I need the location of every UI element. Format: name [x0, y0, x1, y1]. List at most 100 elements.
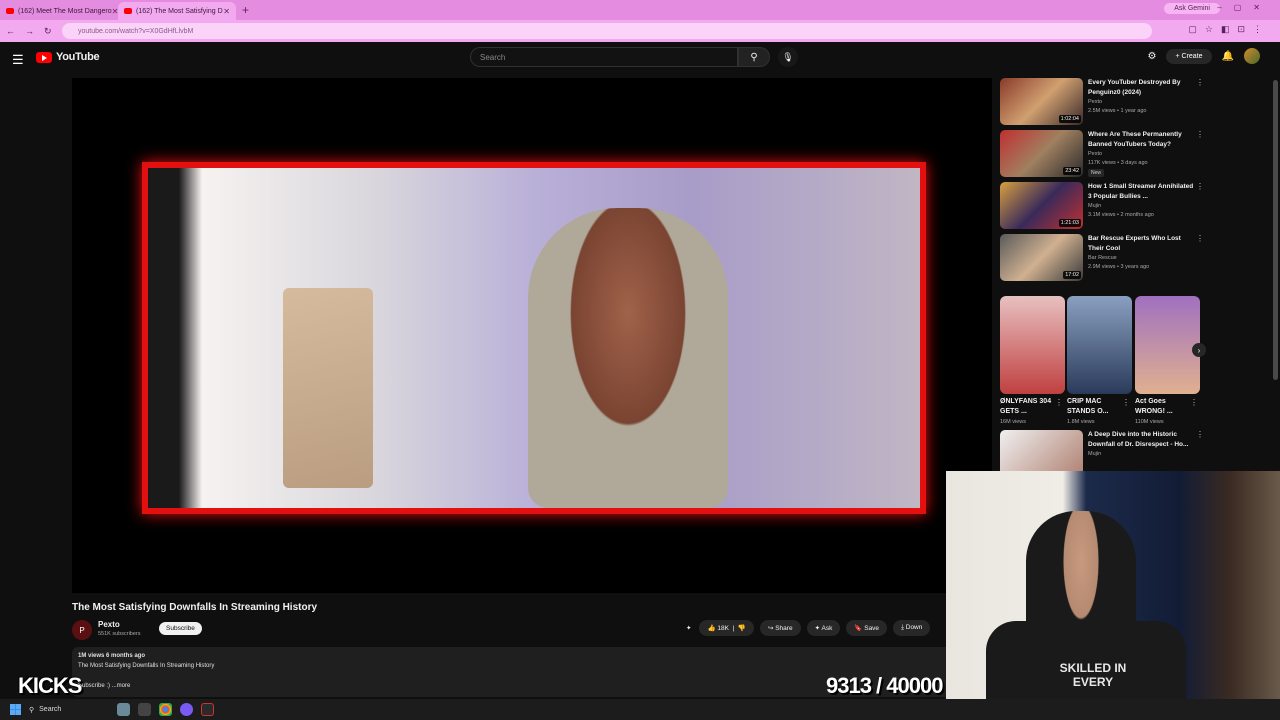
sparkle-icon[interactable]: ✦: [684, 620, 693, 636]
short-title[interactable]: CRIP MAC STANDS O...: [1067, 397, 1123, 417]
video-title[interactable]: Bar Rescue Experts Who Lost Their Cool: [1088, 234, 1198, 254]
shorts-shelf: › ØNLYFANS 304 GETS ... CRIP MAC STANDS …: [1000, 288, 1210, 428]
voice-search-icon[interactable]: 🎙: [778, 47, 798, 67]
like-button[interactable]: 👍 18K | 👎: [699, 620, 754, 636]
close-tab-icon[interactable]: ✕: [223, 7, 230, 16]
recommended-video[interactable]: 1:02:04 Every YouTuber Destroyed By Peng…: [1000, 76, 1210, 128]
search-icon: ⚲: [750, 51, 758, 63]
search-button[interactable]: ⚲: [738, 47, 770, 67]
video-meta: 117K views • 3 days ago: [1088, 160, 1148, 166]
youtube-logo[interactable]: YouTube: [36, 51, 100, 63]
video-duration: 23:42: [1063, 167, 1081, 175]
short-title[interactable]: ØNLYFANS 304 GETS ...: [1000, 397, 1056, 417]
search-icon: ⚲: [29, 706, 35, 714]
download-button[interactable]: ⤓ Down: [893, 620, 931, 636]
chrome-icon[interactable]: [159, 703, 172, 716]
video-player[interactable]: [72, 78, 992, 593]
share-button[interactable]: ↪ Share: [759, 620, 801, 636]
search-input[interactable]: Search: [470, 47, 738, 67]
browser-tab-active[interactable]: (162) The Most Satisfying D ✕: [118, 2, 236, 20]
video-channel[interactable]: Pexto: [1088, 98, 1102, 107]
video-duration: 1:21:03: [1058, 219, 1081, 227]
video-title[interactable]: A Deep Dive into the Historic Downfall o…: [1088, 430, 1198, 450]
recommended-video[interactable]: 1:21:03 How 1 Small Streamer Annihilated…: [1000, 180, 1210, 232]
obs-icon[interactable]: [201, 703, 214, 716]
taskbar-search[interactable]: ⚲ Search: [29, 706, 109, 714]
channel-name[interactable]: Pexto: [98, 620, 120, 629]
cat-tree-image: [283, 288, 373, 488]
short-views: 1.8M views: [1067, 419, 1095, 425]
video-title[interactable]: Where Are These Permanently Banned YouTu…: [1088, 130, 1198, 150]
more-options-icon[interactable]: ⋮: [1055, 398, 1063, 407]
video-meta: 3.1M views • 2 months ago: [1088, 212, 1154, 218]
reload-icon[interactable]: ↻: [44, 26, 52, 37]
ask-gemini-button[interactable]: Ask Gemini: [1164, 3, 1220, 14]
browser-tab[interactable]: (162) Meet The Most Dangero ✕: [0, 2, 118, 20]
video-channel[interactable]: Mujin: [1088, 202, 1101, 211]
forward-icon[interactable]: →: [25, 26, 34, 36]
video-thumbnail[interactable]: 23:42: [1000, 130, 1083, 177]
subscribe-button[interactable]: Subscribe: [159, 622, 202, 635]
description-stats: 1M views 6 months ago: [78, 653, 146, 659]
logo-text: YouTube: [56, 51, 100, 63]
account-avatar[interactable]: [1244, 48, 1260, 64]
video-channel[interactable]: Bar Rescue: [1088, 254, 1117, 263]
app-icon[interactable]: [180, 703, 193, 716]
channel-avatar[interactable]: P: [72, 620, 92, 640]
new-tab-icon[interactable]: +: [242, 3, 249, 17]
video-title[interactable]: Every YouTuber Destroyed By Penguinz0 (2…: [1088, 78, 1198, 98]
header-right: ⚙ + Create 🔔: [1148, 48, 1260, 64]
file-explorer-icon[interactable]: [138, 703, 151, 716]
recommended-video[interactable]: 17:02 Bar Rescue Experts Who Lost Their …: [1000, 232, 1210, 284]
create-label: Create: [1181, 52, 1203, 60]
extension-icons[interactable]: ▢☆◧⊡⋮: [1188, 24, 1270, 35]
notifications-bell-icon[interactable]: 🔔: [1222, 51, 1234, 62]
more-options-icon[interactable]: ⋮: [1190, 398, 1198, 407]
page-scrollbar[interactable]: [1273, 80, 1278, 380]
recommended-video[interactable]: 23:42 Where Are These Permanently Banned…: [1000, 128, 1210, 180]
short-views: 110M views: [1135, 419, 1164, 425]
short-thumbnail[interactable]: [1000, 296, 1065, 394]
video-thumbnail[interactable]: 1:02:04: [1000, 78, 1083, 125]
more-options-icon[interactable]: ⋮: [1196, 430, 1204, 439]
video-thumbnail[interactable]: 1:21:03: [1000, 182, 1083, 229]
video-thumbnail[interactable]: [1000, 430, 1083, 477]
video-thumbnail[interactable]: 17:02: [1000, 234, 1083, 281]
video-channel[interactable]: Pexto: [1088, 150, 1102, 159]
channel-row: P Pexto 551K subscribers Subscribe ✦ 👍 1…: [72, 620, 952, 640]
windows-start-icon[interactable]: [10, 704, 21, 715]
youtube-play-icon: [36, 51, 52, 63]
save-button[interactable]: 🔖 Save: [846, 620, 888, 636]
video-title[interactable]: How 1 Small Streamer Annihilated 3 Popul…: [1088, 182, 1198, 202]
menu-icon[interactable]: ☰: [12, 52, 24, 68]
video-channel[interactable]: Mujin: [1088, 450, 1101, 459]
download-label: Down: [905, 624, 923, 631]
streamer-image: [528, 208, 728, 508]
more-options-icon[interactable]: ⋮: [1122, 398, 1130, 407]
more-options-icon[interactable]: ⋮: [1196, 78, 1204, 87]
description-box[interactable]: 1M views 6 months ago The Most Satisfyin…: [72, 647, 952, 697]
url-field[interactable]: youtube.com/watch?v=X0GdHfLlvbM: [62, 23, 1152, 39]
video-frame: [142, 162, 926, 514]
window-controls[interactable]: –▢✕: [1217, 3, 1272, 12]
ask-button[interactable]: ✦ Ask: [806, 620, 841, 636]
more-options-icon[interactable]: ⋮: [1196, 234, 1204, 243]
back-icon[interactable]: ←: [6, 26, 15, 36]
more-options-icon[interactable]: ⋮: [1196, 130, 1204, 139]
chevron-right-icon[interactable]: ›: [1192, 343, 1206, 357]
settings-gear-icon[interactable]: ⚙: [1148, 51, 1157, 62]
landscape-widget-icon[interactable]: [117, 703, 130, 716]
taskbar-search-label: Search: [39, 706, 62, 713]
description-more[interactable]: Subscribe :) ...more: [78, 681, 946, 691]
video-actions: ✦ 👍 18K | 👎 ↪ Share ✦ Ask 🔖 Save ⤓ Down: [684, 620, 931, 636]
short-thumbnail[interactable]: [1067, 296, 1132, 394]
short-thumbnail[interactable]: [1135, 296, 1200, 394]
create-button[interactable]: + Create: [1166, 48, 1212, 64]
description-line: The Most Satisfying Downfalls In Streami…: [78, 663, 215, 669]
more-options-icon[interactable]: ⋮: [1196, 182, 1204, 191]
video-duration: 1:02:04: [1058, 115, 1081, 123]
video-duration: 17:02: [1063, 271, 1081, 279]
new-badge: New: [1088, 169, 1105, 177]
short-title[interactable]: Act Goes WRONG! ...: [1135, 397, 1191, 417]
youtube-favicon-icon: [6, 8, 14, 14]
